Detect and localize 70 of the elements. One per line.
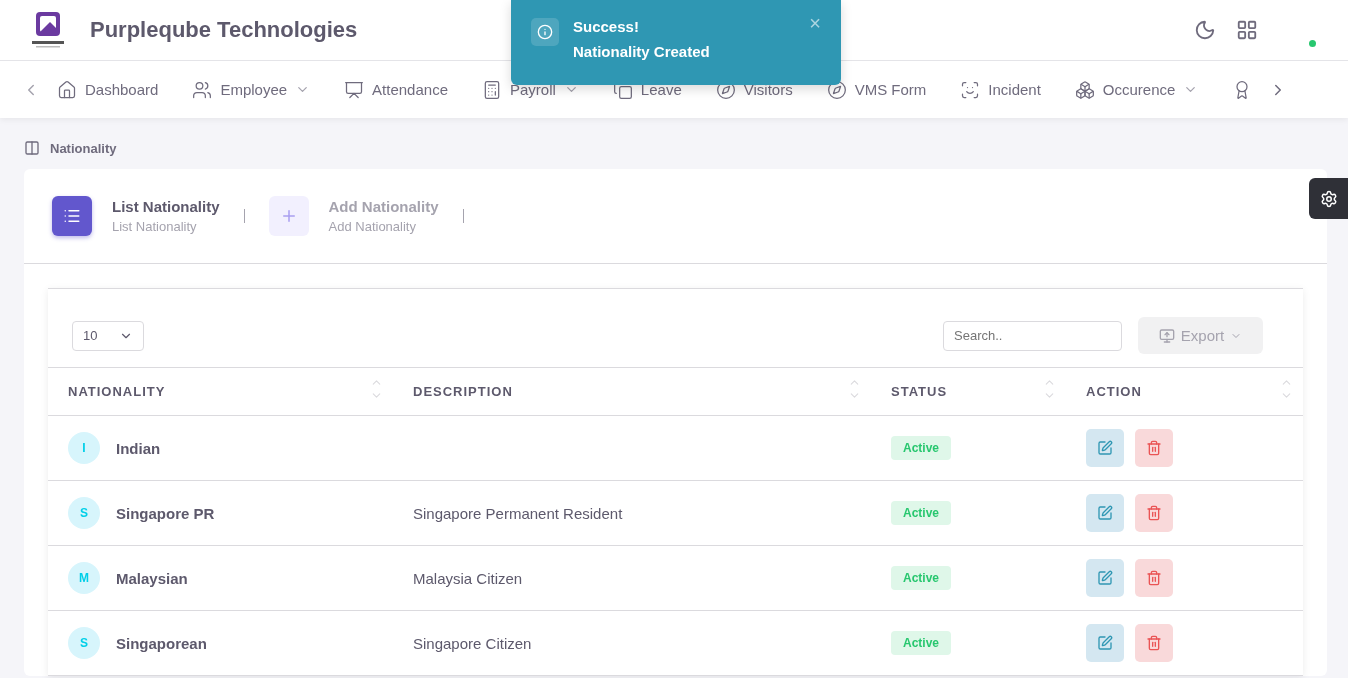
tab-title: List Nationality	[112, 198, 220, 215]
avatar: I	[68, 432, 100, 464]
description: Singapore Citizen	[413, 634, 532, 652]
delete-button[interactable]	[1135, 429, 1173, 467]
status-badge: Active	[891, 566, 952, 590]
list-icon	[52, 196, 92, 236]
nationality-name: Singapore PR	[116, 504, 215, 522]
boxes-icon	[1074, 79, 1095, 100]
column-header[interactable]: STATUS	[871, 367, 1066, 416]
nationality-name: Malaysian	[116, 569, 188, 587]
presentation-icon	[344, 79, 365, 100]
edit-icon	[1097, 440, 1113, 456]
page-size-select[interactable]: 10	[72, 320, 144, 351]
delete-button[interactable]	[1135, 559, 1173, 597]
delete-button[interactable]	[1135, 624, 1173, 662]
tab-subtitle: List Nationality	[112, 219, 198, 234]
house-icon	[57, 79, 77, 100]
trash-icon	[1146, 440, 1162, 456]
apps-icon[interactable]	[1236, 19, 1258, 41]
plus-icon	[268, 196, 309, 236]
status-badge: Active	[891, 501, 952, 525]
nav-item[interactable]: Employee	[175, 79, 328, 100]
edit-button[interactable]	[1086, 559, 1124, 597]
nav-item[interactable]: Occurence	[1057, 79, 1216, 100]
breadcrumb-icon	[24, 140, 40, 156]
tab-title: Add Nationality	[328, 198, 439, 215]
status-badge: Active	[891, 631, 952, 655]
nav-item[interactable]: Incident	[943, 79, 1058, 100]
toast-title: Success!	[573, 18, 640, 35]
export-icon	[1158, 327, 1175, 344]
trash-icon	[1146, 570, 1162, 586]
toast-message: Nationality Created	[573, 43, 710, 60]
avatar: M	[68, 562, 100, 594]
nav-item[interactable]: VMS Form	[809, 79, 944, 100]
edit-button[interactable]	[1086, 429, 1124, 467]
search-field[interactable]: Search..	[943, 320, 1122, 351]
nav-item[interactable]: Attendance	[327, 79, 465, 100]
moon-icon[interactable]	[1194, 19, 1216, 41]
delete-button[interactable]	[1135, 494, 1173, 532]
column-header[interactable]: NATIONALITY	[48, 367, 393, 416]
settings-icon	[1319, 189, 1338, 208]
nationality-name: Indian	[116, 439, 161, 457]
avatar: S	[68, 627, 100, 659]
edit-icon	[1097, 635, 1113, 651]
avatar: S	[68, 497, 100, 529]
edit-icon	[1097, 505, 1113, 521]
description: Malaysia Citizen	[413, 569, 523, 587]
nav-item[interactable]: Payroll	[465, 79, 596, 100]
tab[interactable]: List Nationality List Nationality	[52, 196, 220, 236]
edit-icon	[1097, 570, 1113, 586]
edit-button[interactable]	[1086, 494, 1124, 532]
nationality-name: Singaporean	[116, 634, 207, 652]
nav-item[interactable]: Dashboard	[40, 79, 176, 100]
calculator-icon	[482, 79, 502, 100]
info-icon	[537, 24, 553, 40]
edit-button[interactable]	[1086, 624, 1124, 662]
column-header[interactable]: ACTION	[1066, 367, 1303, 416]
settings-button[interactable]	[1309, 178, 1348, 219]
company-name: Purpleqube Technologies	[90, 17, 358, 43]
status-dot	[1309, 40, 1316, 47]
status-badge: Active	[891, 436, 952, 460]
compass-icon	[826, 79, 847, 100]
column-header[interactable]: DESCRIPTION	[393, 367, 871, 416]
description: Singapore Permanent Resident	[413, 504, 623, 522]
trash-icon	[1146, 505, 1162, 521]
focus-icon	[960, 79, 981, 100]
tab-subtitle: Add Nationality	[328, 219, 417, 234]
trash-icon	[1146, 635, 1162, 651]
breadcrumb: Nationality	[50, 140, 117, 156]
users-icon	[192, 79, 213, 100]
